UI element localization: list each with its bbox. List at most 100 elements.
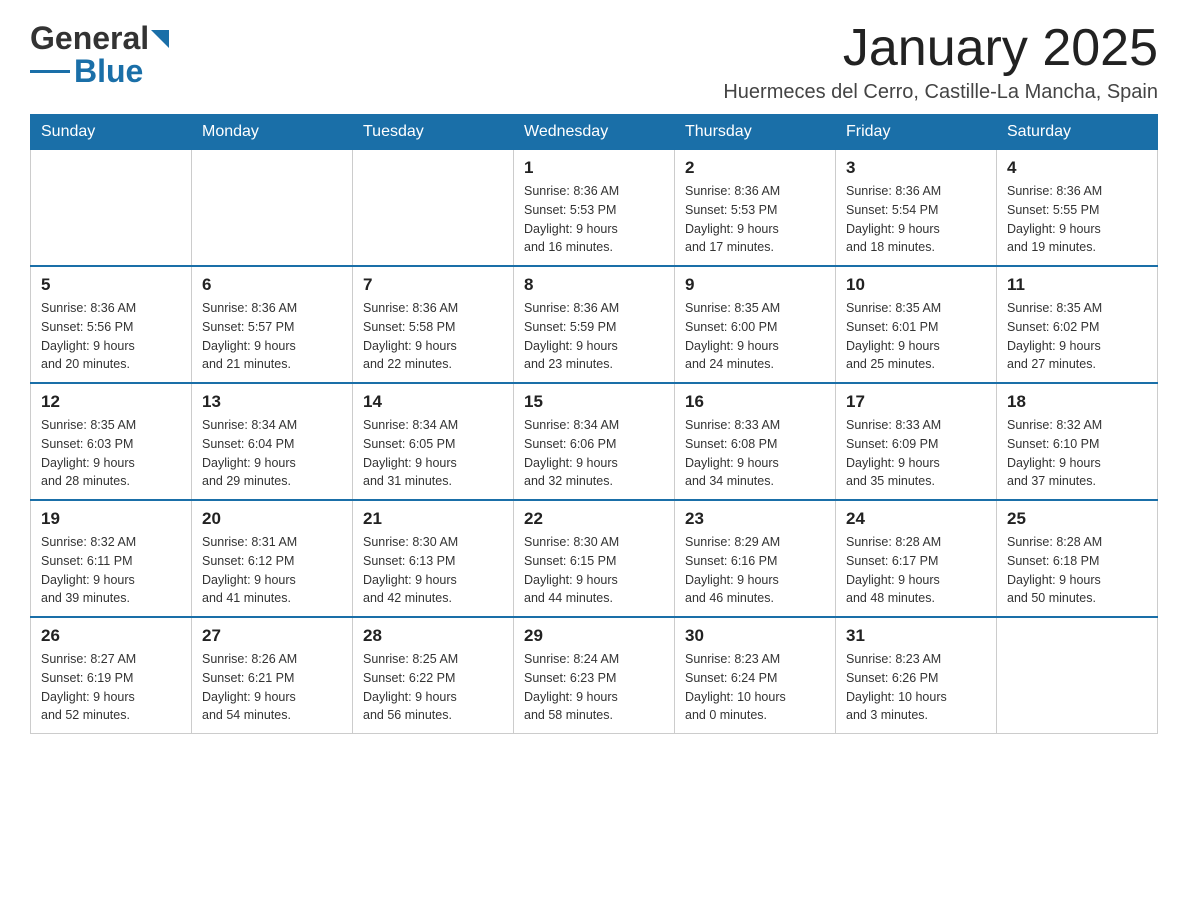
day-info: Sunrise: 8:36 AMSunset: 5:57 PMDaylight:… bbox=[202, 299, 342, 374]
day-number: 15 bbox=[524, 392, 664, 412]
calendar-cell: 23 Sunrise: 8:29 AMSunset: 6:16 PMDayligh… bbox=[675, 500, 836, 617]
day-number: 13 bbox=[202, 392, 342, 412]
calendar-cell: 15 Sunrise: 8:34 AMSunset: 6:06 PMDayligh… bbox=[514, 383, 675, 500]
header-thursday: Thursday bbox=[675, 115, 836, 150]
day-number: 23 bbox=[685, 509, 825, 529]
logo: General Blue bbox=[30, 20, 169, 90]
day-info: Sunrise: 8:35 AMSunset: 6:02 PMDaylight:… bbox=[1007, 299, 1147, 374]
header-friday: Friday bbox=[836, 115, 997, 150]
day-number: 12 bbox=[41, 392, 181, 412]
calendar-cell: 21Sunrise: 8:30 AMSunset: 6:13 PMDayligh… bbox=[353, 500, 514, 617]
day-info: Sunrise: 8:32 AMSunset: 6:10 PMDaylight:… bbox=[1007, 416, 1147, 491]
day-number: 16 bbox=[685, 392, 825, 412]
day-info: Sunrise: 8:33 AMSunset: 6:08 PMDaylight:… bbox=[685, 416, 825, 491]
day-info: Sunrise: 8:34 AMSunset: 6:04 PMDaylight:… bbox=[202, 416, 342, 491]
header-sunday: Sunday bbox=[31, 115, 192, 150]
calendar-cell: 2 Sunrise: 8:36 AMSunset: 5:53 PMDaylight… bbox=[675, 150, 836, 267]
calendar-cell bbox=[31, 150, 192, 267]
day-info: Sunrise: 8:28 AMSunset: 6:17 PMDaylight:… bbox=[846, 533, 986, 608]
day-info: Sunrise: 8:32 AMSunset: 6:11 PMDaylight:… bbox=[41, 533, 181, 608]
day-info: Sunrise: 8:25 AMSunset: 6:22 PMDaylight:… bbox=[363, 650, 503, 725]
day-number: 18 bbox=[1007, 392, 1147, 412]
day-info: Sunrise: 8:29 AMSunset: 6:16 PMDaylight:… bbox=[685, 533, 825, 608]
calendar-cell: 10 Sunrise: 8:35 AMSunset: 6:01 PMDayligh… bbox=[836, 266, 997, 383]
day-info: Sunrise: 8:27 AMSunset: 6:19 PMDaylight:… bbox=[41, 650, 181, 725]
week-row-4: 19 Sunrise: 8:32 AMSunset: 6:11 PMDayligh… bbox=[31, 500, 1158, 617]
day-number: 30 bbox=[685, 626, 825, 646]
calendar-cell: 30 Sunrise: 8:23 AMSunset: 6:24 PMDayligh… bbox=[675, 617, 836, 734]
location-title: Huermeces del Cerro, Castille-La Mancha,… bbox=[723, 81, 1158, 104]
calendar-cell: 11Sunrise: 8:35 AMSunset: 6:02 PMDayligh… bbox=[997, 266, 1158, 383]
calendar-cell: 25 Sunrise: 8:28 AMSunset: 6:18 PMDayligh… bbox=[997, 500, 1158, 617]
calendar-cell: 27 Sunrise: 8:26 AMSunset: 6:21 PMDayligh… bbox=[192, 617, 353, 734]
day-number: 27 bbox=[202, 626, 342, 646]
calendar-cell: 18 Sunrise: 8:32 AMSunset: 6:10 PMDayligh… bbox=[997, 383, 1158, 500]
week-row-5: 26 Sunrise: 8:27 AMSunset: 6:19 PMDayligh… bbox=[31, 617, 1158, 734]
day-info: Sunrise: 8:35 AMSunset: 6:00 PMDaylight:… bbox=[685, 299, 825, 374]
day-info: Sunrise: 8:36 AMSunset: 5:53 PMDaylight:… bbox=[524, 182, 664, 257]
calendar-cell: 12 Sunrise: 8:35 AMSunset: 6:03 PMDayligh… bbox=[31, 383, 192, 500]
calendar-cell: 6 Sunrise: 8:36 AMSunset: 5:57 PMDaylight… bbox=[192, 266, 353, 383]
day-info: Sunrise: 8:23 AMSunset: 6:24 PMDaylight:… bbox=[685, 650, 825, 725]
calendar-cell: 28Sunrise: 8:25 AMSunset: 6:22 PMDayligh… bbox=[353, 617, 514, 734]
header-wednesday: Wednesday bbox=[514, 115, 675, 150]
calendar-cell: 3Sunrise: 8:36 AMSunset: 5:54 PMDaylight… bbox=[836, 150, 997, 267]
day-info: Sunrise: 8:34 AMSunset: 6:06 PMDaylight:… bbox=[524, 416, 664, 491]
calendar-cell: 14 Sunrise: 8:34 AMSunset: 6:05 PMDayligh… bbox=[353, 383, 514, 500]
month-title: January 2025 bbox=[723, 20, 1158, 77]
day-info: Sunrise: 8:34 AMSunset: 6:05 PMDaylight:… bbox=[363, 416, 503, 491]
day-number: 25 bbox=[1007, 509, 1147, 529]
day-number: 3 bbox=[846, 158, 986, 178]
calendar-cell: 17Sunrise: 8:33 AMSunset: 6:09 PMDayligh… bbox=[836, 383, 997, 500]
calendar-cell: 1Sunrise: 8:36 AMSunset: 5:53 PMDaylight… bbox=[514, 150, 675, 267]
page-header: General Blue January 2025 Huermeces del … bbox=[30, 20, 1158, 104]
header-saturday: Saturday bbox=[997, 115, 1158, 150]
calendar-cell bbox=[997, 617, 1158, 734]
day-number: 4 bbox=[1007, 158, 1147, 178]
calendar-cell: 5Sunrise: 8:36 AMSunset: 5:56 PMDaylight… bbox=[31, 266, 192, 383]
calendar-cell: 7Sunrise: 8:36 AMSunset: 5:58 PMDaylight… bbox=[353, 266, 514, 383]
day-info: Sunrise: 8:36 AMSunset: 5:56 PMDaylight:… bbox=[41, 299, 181, 374]
logo-triangle-icon bbox=[151, 30, 169, 50]
logo-general-text: General bbox=[30, 20, 149, 57]
day-number: 26 bbox=[41, 626, 181, 646]
day-info: Sunrise: 8:28 AMSunset: 6:18 PMDaylight:… bbox=[1007, 533, 1147, 608]
calendar-cell: 19 Sunrise: 8:32 AMSunset: 6:11 PMDayligh… bbox=[31, 500, 192, 617]
day-number: 24 bbox=[846, 509, 986, 529]
logo-blue-text: Blue bbox=[74, 53, 143, 90]
calendar-cell: 8Sunrise: 8:36 AMSunset: 5:59 PMDaylight… bbox=[514, 266, 675, 383]
day-number: 14 bbox=[363, 392, 503, 412]
day-info: Sunrise: 8:35 AMSunset: 6:03 PMDaylight:… bbox=[41, 416, 181, 491]
day-info: Sunrise: 8:36 AMSunset: 5:59 PMDaylight:… bbox=[524, 299, 664, 374]
day-info: Sunrise: 8:36 AMSunset: 5:55 PMDaylight:… bbox=[1007, 182, 1147, 257]
calendar-cell: 13 Sunrise: 8:34 AMSunset: 6:04 PMDayligh… bbox=[192, 383, 353, 500]
day-info: Sunrise: 8:31 AMSunset: 6:12 PMDaylight:… bbox=[202, 533, 342, 608]
calendar-cell bbox=[353, 150, 514, 267]
day-info: Sunrise: 8:35 AMSunset: 6:01 PMDaylight:… bbox=[846, 299, 986, 374]
day-number: 29 bbox=[524, 626, 664, 646]
day-number: 22 bbox=[524, 509, 664, 529]
day-number: 2 bbox=[685, 158, 825, 178]
day-info: Sunrise: 8:26 AMSunset: 6:21 PMDaylight:… bbox=[202, 650, 342, 725]
day-number: 10 bbox=[846, 275, 986, 295]
day-info: Sunrise: 8:36 AMSunset: 5:58 PMDaylight:… bbox=[363, 299, 503, 374]
calendar-cell: 20 Sunrise: 8:31 AMSunset: 6:12 PMDayligh… bbox=[192, 500, 353, 617]
day-number: 20 bbox=[202, 509, 342, 529]
day-number: 6 bbox=[202, 275, 342, 295]
calendar-cell: 26 Sunrise: 8:27 AMSunset: 6:19 PMDayligh… bbox=[31, 617, 192, 734]
calendar-cell: 31 Sunrise: 8:23 AMSunset: 6:26 PMDayligh… bbox=[836, 617, 997, 734]
calendar-cell: 24 Sunrise: 8:28 AMSunset: 6:17 PMDayligh… bbox=[836, 500, 997, 617]
day-info: Sunrise: 8:23 AMSunset: 6:26 PMDaylight:… bbox=[846, 650, 986, 725]
day-info: Sunrise: 8:24 AMSunset: 6:23 PMDaylight:… bbox=[524, 650, 664, 725]
calendar-cell: 9Sunrise: 8:35 AMSunset: 6:00 PMDaylight… bbox=[675, 266, 836, 383]
day-info: Sunrise: 8:36 AMSunset: 5:53 PMDaylight:… bbox=[685, 182, 825, 257]
day-headers-row: SundayMondayTuesdayWednesdayThursdayFrid… bbox=[31, 115, 1158, 150]
day-info: Sunrise: 8:30 AMSunset: 6:15 PMDaylight:… bbox=[524, 533, 664, 608]
title-section: January 2025 Huermeces del Cerro, Castil… bbox=[723, 20, 1158, 104]
header-monday: Monday bbox=[192, 115, 353, 150]
day-number: 19 bbox=[41, 509, 181, 529]
calendar-cell: 16 Sunrise: 8:33 AMSunset: 6:08 PMDayligh… bbox=[675, 383, 836, 500]
calendar-cell bbox=[192, 150, 353, 267]
day-number: 31 bbox=[846, 626, 986, 646]
week-row-1: 1Sunrise: 8:36 AMSunset: 5:53 PMDaylight… bbox=[31, 150, 1158, 267]
